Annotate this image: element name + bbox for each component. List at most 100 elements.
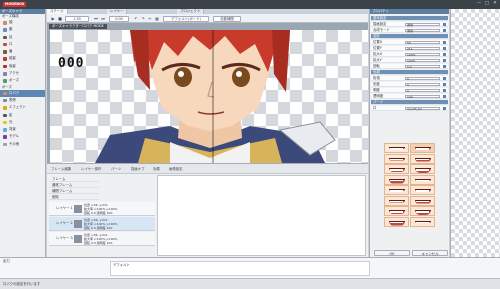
sidebar-item[interactable]: 光 (0, 119, 45, 126)
maximize-icon[interactable]: □ (484, 1, 490, 7)
rewind-icon[interactable]: ⏮ (93, 16, 99, 22)
sidebar-item[interactable]: その他 (0, 141, 45, 148)
layer-row-selected[interactable]: レイヤー 2 位置 x:56, y:211 拡大率 x:100% y:100% … (49, 217, 155, 231)
sidebar-item[interactable]: 眉 (0, 48, 45, 55)
sidebar-item[interactable]: 表情 (0, 97, 45, 104)
property-value[interactable]: 0.0 (405, 64, 440, 68)
dropdown-icon[interactable] (443, 65, 446, 68)
mouth-shape-option[interactable] (410, 174, 435, 185)
mouth-shape-option[interactable] (410, 143, 435, 153)
mouth-shape-option[interactable] (384, 153, 409, 164)
view-tab[interactable]: ボーズキャラクター口パク MODE (49, 24, 107, 29)
mouth-shape-option[interactable] (410, 195, 435, 206)
property-value[interactable]: 100% (405, 58, 440, 62)
mouth-shape-option[interactable] (384, 185, 409, 195)
mode-select[interactable]: 自動補間 (213, 15, 241, 22)
property-value[interactable]: mouth_01 (405, 106, 440, 110)
sidebar-item[interactable]: 顔 (0, 19, 45, 26)
mouth-shape-option[interactable] (384, 143, 409, 153)
timeline-preview[interactable] (157, 175, 366, 256)
tab-effects[interactable]: 効果 (151, 166, 162, 172)
scissors-icon[interactable]: ✂ (147, 16, 153, 22)
property-row[interactable]: 彩度 0 (371, 82, 448, 87)
property-row[interactable]: 位置X 56 (371, 40, 448, 45)
sidebar-item[interactable]: アクセ (0, 70, 45, 77)
dropdown-icon[interactable] (443, 77, 446, 80)
tab-draw-options[interactable]: 描画オプ (129, 166, 147, 172)
layer-row[interactable]: レイヤー 3 位置 x:56, y:211 拡大率 x:100% y:100% … (49, 232, 155, 246)
property-row[interactable]: 合成モード 通常 (371, 28, 448, 33)
mouth-shape-option[interactable] (384, 164, 409, 174)
property-row[interactable]: 描画設定 通常 (371, 22, 448, 27)
sidebar-item[interactable]: 背景 (0, 126, 45, 133)
property-value[interactable]: 100 (405, 94, 440, 98)
mouth-shape-option[interactable] (410, 216, 435, 227)
property-row[interactable]: 明度 0 (371, 88, 448, 93)
property-value[interactable]: 100% (405, 52, 440, 56)
dropdown-icon[interactable] (443, 29, 446, 32)
property-value[interactable]: 56 (405, 40, 440, 44)
sidebar-item[interactable]: 目 (0, 34, 45, 41)
property-value[interactable]: 0 (405, 82, 440, 86)
property-row[interactable]: 回転 0.0 (371, 64, 448, 69)
forward-icon[interactable]: ⏭ (100, 16, 106, 22)
dropdown-icon[interactable] (443, 107, 446, 110)
sidebar-item[interactable]: エフェクト (0, 104, 45, 111)
stage-canvas[interactable]: 000 (50, 30, 368, 163)
dropdown-icon[interactable] (443, 53, 446, 56)
dropdown-icon[interactable] (443, 23, 446, 26)
property-row[interactable]: 拡大X 100% (371, 52, 448, 57)
zoom-field[interactable]: 1:30 (65, 15, 89, 22)
property-row[interactable]: 拡大Y 100% (371, 58, 448, 63)
tab-parts[interactable]: パーツ (109, 166, 123, 172)
property-value[interactable]: 0 (405, 88, 440, 92)
mouth-shape-option[interactable] (410, 164, 435, 174)
dropdown-icon[interactable] (443, 89, 446, 92)
sidebar-item[interactable]: 口 (0, 41, 45, 48)
stop-icon[interactable]: ■ (57, 16, 63, 22)
mouth-shape-option[interactable] (410, 206, 435, 216)
ok-button[interactable]: OK (374, 250, 410, 256)
sidebar-item[interactable]: 口パク (0, 89, 45, 97)
dropdown-icon[interactable] (443, 59, 446, 62)
property-row[interactable]: 透明度 100 (371, 94, 448, 99)
mouth-shape-option[interactable] (384, 174, 409, 185)
redo-icon[interactable]: ↷ (140, 16, 146, 22)
sidebar-item[interactable]: 前髪 (0, 55, 45, 62)
sidebar-item[interactable]: 後髪 (0, 63, 45, 70)
dropdown-icon[interactable] (443, 47, 446, 50)
mouth-shape-option[interactable] (410, 185, 435, 195)
sidebar-item[interactable]: モデル (0, 133, 45, 140)
preset-select[interactable]: デフォルト(ボード) (163, 15, 209, 22)
cancel-button[interactable]: キャンセル (412, 250, 448, 256)
list-item[interactable]: 削除 (49, 194, 99, 200)
property-value[interactable]: 0 (405, 76, 440, 80)
sidebar-item[interactable]: 服 (0, 26, 45, 33)
grid-icon[interactable]: ▦ (154, 16, 160, 22)
dropdown-icon[interactable] (443, 95, 446, 98)
dropdown-icon[interactable] (443, 41, 446, 44)
property-row[interactable]: 口 mouth_01 (371, 106, 448, 111)
property-row[interactable]: 色相 0 (371, 76, 448, 81)
sidebar-item[interactable]: 影 (0, 112, 45, 119)
close-icon[interactable]: ✕ (492, 1, 498, 7)
property-value[interactable]: 通常 (405, 28, 440, 32)
layer-row[interactable]: レイヤー 1 位置 x:56, y:211 拡大率 x:100% y:100% … (49, 202, 155, 216)
mouth-shape-option[interactable] (410, 153, 435, 164)
mouth-shape-option[interactable] (384, 216, 409, 227)
undo-icon[interactable]: ↶ (133, 16, 139, 22)
minimize-icon[interactable]: — (476, 1, 482, 7)
frame-field[interactable]: 0:00 (109, 15, 129, 22)
dropdown-icon[interactable] (443, 83, 446, 86)
property-value[interactable]: 211 (405, 46, 440, 50)
tab-frame-edit[interactable]: フレーム編集 (49, 166, 73, 172)
property-value[interactable]: 通常 (405, 22, 440, 26)
mouth-shape-option[interactable] (384, 195, 409, 206)
mouth-shape-option[interactable] (384, 206, 409, 216)
output-field[interactable]: デフォルト (110, 261, 370, 276)
tab-layer-ops[interactable]: レイヤー操作 (79, 166, 103, 172)
tab-image-settings[interactable]: 画像設定 (167, 166, 185, 172)
sidebar-item[interactable]: ポーズ (0, 77, 45, 84)
play-icon[interactable]: ▶ (50, 16, 56, 22)
property-row[interactable]: 位置Y 211 (371, 46, 448, 51)
